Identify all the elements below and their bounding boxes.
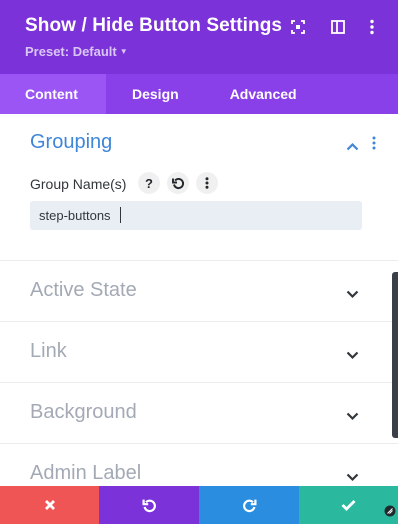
- group-name-label: Group Name(s): [30, 176, 127, 192]
- resize-handle-icon[interactable]: [384, 504, 396, 522]
- group-name-input[interactable]: [30, 201, 362, 230]
- settings-content: Grouping Group Name(s) ? step-buttons Ac…: [0, 114, 398, 486]
- caret-down-icon: ▼: [119, 47, 128, 56]
- redo-button[interactable]: [199, 486, 299, 524]
- tab-design[interactable]: Design: [106, 74, 205, 114]
- section-active-state[interactable]: Active State: [0, 261, 398, 322]
- section-options-icon[interactable]: [371, 136, 377, 155]
- chevron-down-icon: [346, 469, 359, 486]
- chevron-down-icon: [346, 408, 359, 426]
- section-background[interactable]: Background: [0, 383, 398, 444]
- action-footer: [0, 486, 398, 524]
- section-title: Link: [30, 340, 67, 362]
- settings-header: Show / Hide Button Settings Preset: Defa…: [0, 0, 398, 74]
- preset-selector[interactable]: Preset: Default ▼: [25, 44, 128, 59]
- section-title: Background: [30, 401, 137, 423]
- grouping-section: Grouping Group Name(s) ?: [0, 114, 398, 261]
- fullscreen-icon[interactable]: [287, 16, 309, 38]
- chevron-down-icon: [346, 286, 359, 304]
- chevron-up-icon[interactable]: [346, 138, 359, 156]
- settings-tabs: Content Design Advanced: [0, 74, 398, 114]
- sidebar-toggle-icon[interactable]: [327, 16, 349, 38]
- chevron-down-icon: [346, 347, 359, 365]
- help-icon[interactable]: ?: [138, 172, 160, 194]
- undo-button[interactable]: [99, 486, 199, 524]
- discard-button[interactable]: [0, 486, 99, 524]
- redo-icon: [242, 499, 256, 512]
- more-options-icon[interactable]: [361, 16, 383, 38]
- field-options-icon[interactable]: [196, 172, 218, 194]
- section-admin-label[interactable]: Admin Label: [0, 444, 398, 486]
- reset-icon[interactable]: [167, 172, 189, 194]
- section-title: Admin Label: [30, 462, 142, 484]
- undo-icon: [142, 499, 156, 512]
- grouping-title[interactable]: Grouping: [30, 131, 112, 154]
- check-icon: [341, 500, 356, 511]
- preset-label: Preset: Default: [25, 44, 117, 59]
- section-title: Active State: [30, 279, 137, 301]
- text-cursor: [120, 207, 121, 223]
- tab-content[interactable]: Content: [0, 74, 106, 114]
- scrollbar-thumb[interactable]: [392, 272, 398, 438]
- tab-advanced[interactable]: Advanced: [205, 74, 322, 114]
- modal-title: Show / Hide Button Settings: [25, 15, 283, 36]
- section-link[interactable]: Link: [0, 322, 398, 383]
- close-icon: [44, 500, 55, 510]
